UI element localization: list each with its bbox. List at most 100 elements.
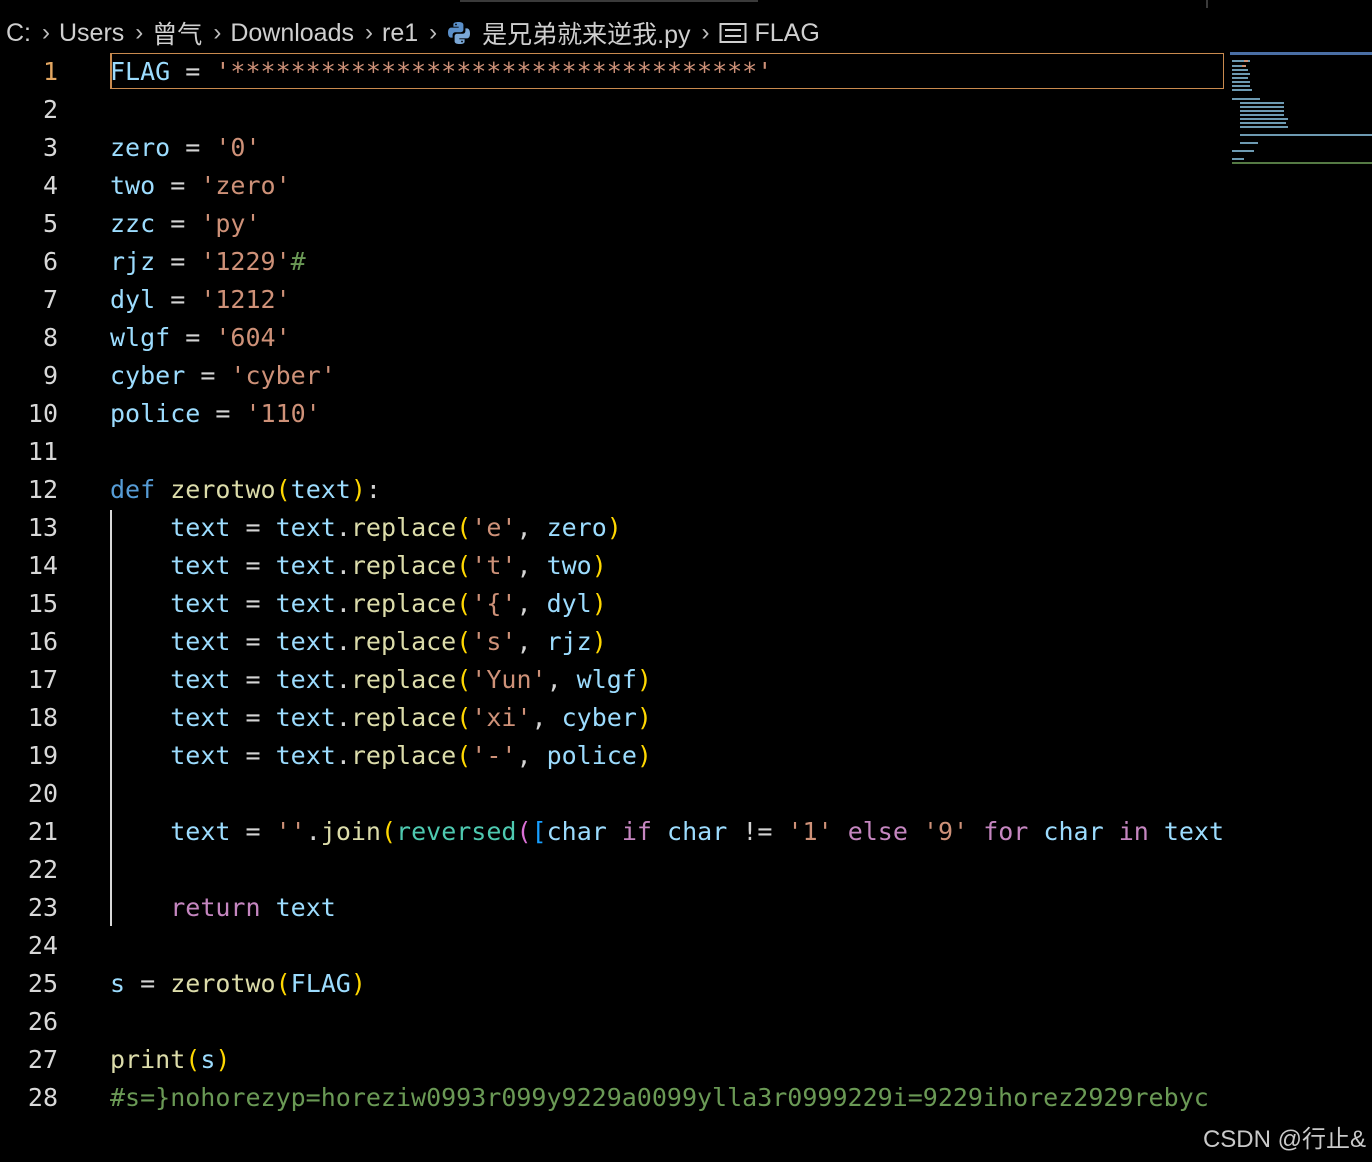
code-line[interactable]: 13 text = text.replace('e', zero) bbox=[0, 509, 1226, 547]
code-token: = bbox=[200, 399, 246, 428]
code-line[interactable]: 9 cyber = 'cyber' bbox=[0, 357, 1226, 395]
line-number: 13 bbox=[27, 513, 58, 542]
line-number: 14 bbox=[27, 551, 58, 580]
code-token: ) bbox=[591, 551, 607, 580]
code-token: = bbox=[125, 969, 171, 998]
code-line[interactable]: 4 two = 'zero' bbox=[0, 167, 1226, 205]
code-line[interactable]: 6 rjz = '1229'# bbox=[0, 243, 1226, 281]
code-line[interactable]: 19 text = text.replace('-', police) bbox=[0, 737, 1226, 775]
code-token: zerotwo bbox=[170, 969, 276, 998]
code-line[interactable]: 5 zzc = 'py' bbox=[0, 205, 1226, 243]
code-token: police bbox=[546, 741, 637, 770]
code-line[interactable]: 25 s = zerotwo(FLAG) bbox=[0, 965, 1226, 1003]
line-number: 5 bbox=[42, 209, 58, 238]
line-number: 23 bbox=[27, 893, 58, 922]
code-editor[interactable]: 1 FLAG = '*******************************… bbox=[0, 53, 1226, 1148]
breadcrumb-re1[interactable]: re1 bbox=[382, 19, 418, 48]
chevron-right-icon: › bbox=[429, 19, 438, 46]
code-token: ) bbox=[636, 741, 652, 770]
code-line[interactable]: 11 bbox=[0, 433, 1226, 471]
line-number: 15 bbox=[27, 589, 58, 618]
code-line[interactable]: 8 wlgf = '604' bbox=[0, 319, 1226, 357]
code-token: = bbox=[155, 247, 201, 276]
tab-bar-edge bbox=[0, 0, 1372, 8]
code-token: text bbox=[170, 817, 231, 846]
code-line[interactable]: 16 text = text.replace('s', rjz) bbox=[0, 623, 1226, 661]
line-number: 24 bbox=[27, 931, 58, 960]
code-line[interactable]: 17 text = text.replace('Yun', wlgf) bbox=[0, 661, 1226, 699]
code-token: zero bbox=[110, 133, 171, 162]
code-token: text bbox=[170, 513, 231, 542]
code-token: 'zero' bbox=[200, 171, 291, 200]
code-token: zero bbox=[546, 513, 607, 542]
code-token: 'py' bbox=[200, 209, 261, 238]
code-token: , bbox=[516, 627, 547, 656]
code-line[interactable]: 10 police = '110' bbox=[0, 395, 1226, 433]
code-token: = bbox=[230, 513, 276, 542]
code-token: s bbox=[110, 969, 126, 998]
code-token: 'xi' bbox=[471, 703, 532, 732]
code-line[interactable]: 21 text = ''.join(reversed([char if char… bbox=[0, 813, 1226, 851]
code-token: two bbox=[110, 171, 156, 200]
code-token: s bbox=[200, 1045, 216, 1074]
chevron-right-icon: › bbox=[135, 19, 144, 46]
code-token: ) bbox=[215, 1045, 231, 1074]
code-line[interactable]: 3 zero = '0' bbox=[0, 129, 1226, 167]
breadcrumb-drive[interactable]: C: bbox=[6, 19, 31, 48]
code-token: FLAG bbox=[290, 969, 351, 998]
code-token: text bbox=[170, 665, 231, 694]
code-token: 'e' bbox=[471, 513, 517, 542]
code-line[interactable]: 15 text = text.replace('{', dyl) bbox=[0, 585, 1226, 623]
chevron-right-icon: › bbox=[213, 19, 222, 46]
code-token: text bbox=[275, 589, 336, 618]
code-text: text = text.replace('s', rjz) bbox=[110, 623, 607, 661]
code-token: ( bbox=[456, 551, 472, 580]
code-token: = bbox=[170, 323, 216, 352]
code-line[interactable]: 24 bbox=[0, 927, 1226, 965]
code-line[interactable]: 14 text = text.replace('t', two) bbox=[0, 547, 1226, 585]
line-number: 2 bbox=[42, 95, 58, 124]
code-text: zero = '0' bbox=[110, 129, 261, 167]
line-number: 18 bbox=[27, 703, 58, 732]
code-line[interactable]: 27 print(s) bbox=[0, 1041, 1226, 1079]
line-number: 28 bbox=[27, 1083, 58, 1112]
code-line[interactable]: 20 bbox=[0, 775, 1226, 813]
code-text: s = zerotwo(FLAG) bbox=[110, 965, 366, 1003]
chevron-right-icon: › bbox=[42, 19, 50, 46]
breadcrumb-symbol[interactable]: FLAG bbox=[719, 19, 820, 48]
code-line[interactable]: 28 #s=}nohorezyp=horeziw0993r099y9229a009… bbox=[0, 1079, 1226, 1117]
code-line[interactable]: 23 return text bbox=[0, 889, 1226, 927]
code-token: text bbox=[275, 513, 336, 542]
code-line[interactable]: 2 bbox=[0, 91, 1226, 129]
code-token: char bbox=[667, 817, 728, 846]
code-token: 's' bbox=[471, 627, 517, 656]
code-line[interactable]: 18 text = text.replace('xi', cyber) bbox=[0, 699, 1226, 737]
code-line[interactable]: 12 def zerotwo(text): bbox=[0, 471, 1226, 509]
code-token: # bbox=[290, 247, 306, 276]
minimap[interactable] bbox=[1230, 52, 1372, 202]
code-line[interactable]: 7 dyl = '1212' bbox=[0, 281, 1226, 319]
code-text: text = ''.join(reversed([char if char !=… bbox=[110, 813, 1226, 851]
code-token: replace bbox=[350, 665, 457, 694]
line-number: 6 bbox=[42, 247, 58, 276]
breadcrumb-users[interactable]: Users bbox=[59, 19, 124, 48]
code-line[interactable]: 26 bbox=[0, 1003, 1226, 1041]
code-token: if bbox=[621, 817, 652, 846]
breadcrumb-file[interactable]: 是兄弟就来逆我.py bbox=[446, 15, 691, 51]
code-text: text = text.replace('-', police) bbox=[110, 737, 652, 775]
breadcrumb-user-folder[interactable]: 曾气 bbox=[152, 15, 202, 51]
code-token: text bbox=[170, 627, 231, 656]
code-text: def zerotwo(text): bbox=[110, 471, 381, 509]
code-token: char bbox=[546, 817, 607, 846]
code-line[interactable]: 22 bbox=[0, 851, 1226, 889]
breadcrumb-downloads[interactable]: Downloads bbox=[230, 19, 354, 48]
code-token: text bbox=[275, 703, 336, 732]
code-line[interactable]: 1 FLAG = '*******************************… bbox=[0, 53, 1226, 91]
code-token: ( bbox=[456, 741, 472, 770]
